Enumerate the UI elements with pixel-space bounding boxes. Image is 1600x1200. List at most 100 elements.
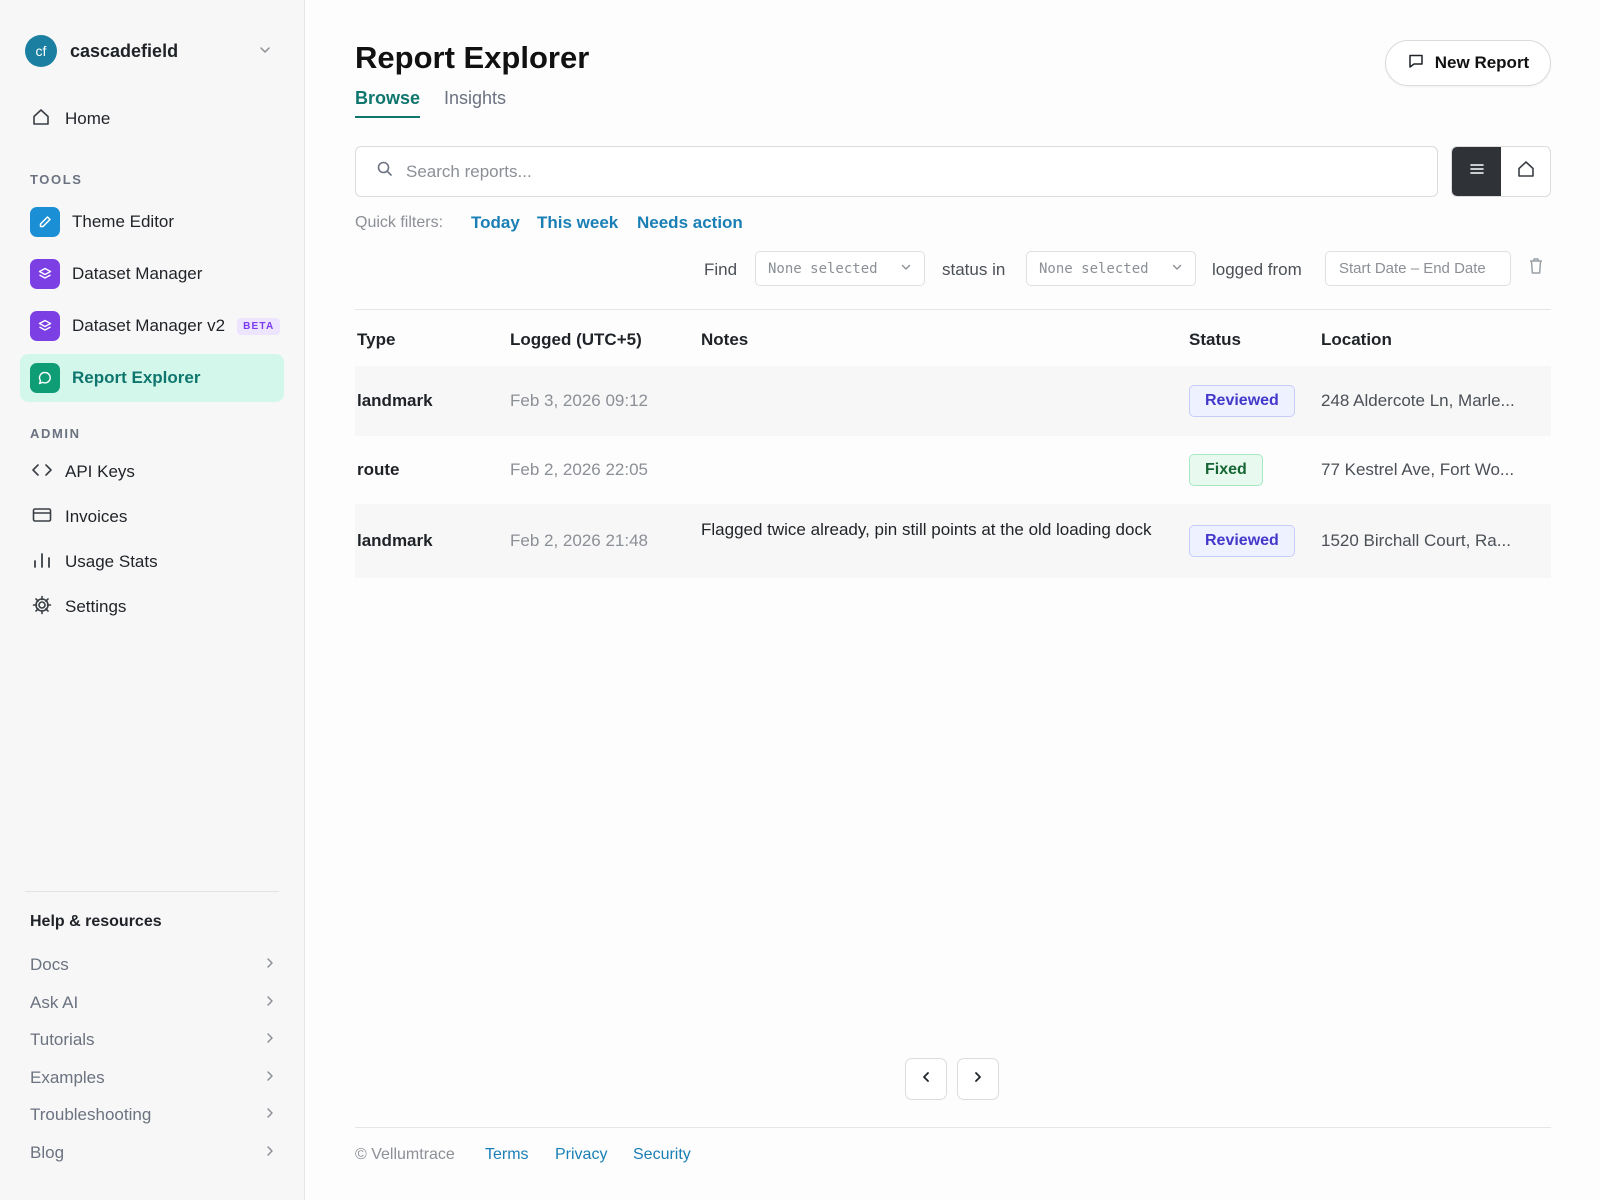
sidebar: cf cascadefield Home TOOLS Theme Editor … [0, 0, 305, 1200]
pencil-icon [30, 207, 60, 237]
card-icon [31, 505, 53, 530]
type-filter-value: None selected [768, 260, 878, 277]
column-header-logged: Logged (UTC+5) [510, 330, 642, 349]
help-item-label: Blog [30, 1143, 65, 1162]
new-report-label: New Report [1434, 53, 1530, 72]
quick-filter-today[interactable]: Today [471, 213, 520, 233]
date-range-picker[interactable]: Start Date – End Date [1325, 251, 1511, 286]
footer-link-security[interactable]: Security [633, 1146, 691, 1164]
chevron-down-icon [258, 43, 272, 62]
table-divider [355, 309, 1551, 310]
footer-copyright: © Vellumtrace [355, 1146, 455, 1163]
sidebar-item-label: Dataset Manager v2 [72, 316, 226, 335]
chevron-right-icon [264, 956, 276, 974]
help-item-troubleshooting[interactable]: Troubleshooting [30, 1100, 276, 1130]
table-row[interactable]: route Feb 2, 2026 22:05 Fixed 77 Kestrel… [355, 436, 1551, 504]
code-icon [31, 460, 53, 485]
trash-icon[interactable] [1527, 256, 1545, 281]
workspace-avatar: cf [25, 35, 57, 67]
sidebar-item-label: API Keys [65, 462, 135, 481]
help-item-docs[interactable]: Docs [30, 950, 276, 980]
footer-link-terms[interactable]: Terms [485, 1146, 529, 1164]
previous-page-button[interactable] [905, 1058, 947, 1100]
column-header-status: Status [1189, 330, 1241, 349]
admin-section-label: ADMIN [30, 426, 81, 441]
chevron-right-icon [264, 994, 276, 1012]
cell-type: landmark [357, 391, 433, 410]
workspace-switcher[interactable]: cf cascadefield [25, 33, 280, 69]
search-input[interactable] [406, 161, 1366, 182]
sidebar-item-theme-editor[interactable]: Theme Editor [20, 198, 284, 246]
tab-browse[interactable]: Browse [355, 88, 421, 118]
layers-icon [30, 259, 60, 289]
tools-section-label: TOOLS [30, 172, 83, 187]
beta-badge: BETA [237, 317, 281, 335]
help-item-label: Ask AI [30, 993, 79, 1012]
cell-notes: Flagged twice already, pin still points … [701, 520, 1152, 539]
message-icon [30, 363, 60, 393]
home-icon [1516, 159, 1536, 184]
status-filter-value: None selected [1039, 260, 1149, 277]
help-item-tutorials[interactable]: Tutorials [30, 1025, 276, 1055]
sidebar-item-label: Settings [65, 597, 127, 616]
sidebar-divider [25, 891, 279, 892]
search-icon [376, 160, 394, 183]
chevron-right-icon [264, 1144, 276, 1162]
cell-location: 77 Kestrel Ave, Fort Wo... [1321, 460, 1515, 479]
chevron-down-icon [1171, 260, 1183, 278]
sidebar-item-dataset-manager-v2[interactable]: Dataset Manager v2 BETA [20, 302, 284, 350]
sidebar-item-label: Home [65, 109, 111, 128]
help-item-label: Examples [30, 1068, 105, 1087]
column-header-notes: Notes [701, 330, 749, 349]
help-item-label: Troubleshooting [30, 1105, 152, 1124]
status-filter-dropdown[interactable]: None selected [1026, 251, 1196, 286]
sidebar-item-invoices[interactable]: Invoices [20, 497, 284, 537]
type-filter-dropdown[interactable]: None selected [755, 251, 925, 286]
help-item-examples[interactable]: Examples [30, 1063, 276, 1093]
help-section-title: Help & resources [30, 913, 162, 930]
next-page-button[interactable] [957, 1058, 999, 1100]
page-title: Report Explorer [355, 40, 590, 75]
cell-logged: Feb 3, 2026 09:12 [510, 391, 649, 410]
sidebar-item-report-explorer[interactable]: Report Explorer [20, 354, 284, 402]
sidebar-item-api-keys[interactable]: API Keys [20, 452, 284, 492]
map-view-button[interactable] [1501, 147, 1550, 196]
help-item-blog[interactable]: Blog [30, 1138, 276, 1168]
table-row[interactable]: landmark Feb 3, 2026 09:12 Reviewed 248 … [355, 366, 1551, 436]
list-view-button[interactable] [1452, 147, 1501, 196]
sidebar-item-home[interactable]: Home [20, 99, 284, 139]
tab-insights[interactable]: Insights [444, 88, 506, 116]
find-label: Find [704, 260, 738, 279]
cell-logged: Feb 2, 2026 22:05 [510, 460, 649, 479]
sidebar-item-label: Invoices [65, 507, 128, 526]
sidebar-item-usage-stats[interactable]: Usage Stats [20, 542, 284, 582]
table-row[interactable]: landmark Feb 2, 2026 21:48 Flagged twice… [355, 504, 1551, 578]
footer-link-privacy[interactable]: Privacy [555, 1146, 607, 1164]
cell-type: route [357, 460, 400, 479]
new-report-button[interactable]: New Report [1385, 40, 1551, 86]
cell-type: landmark [357, 531, 433, 550]
sidebar-item-label: Theme Editor [72, 212, 175, 231]
quick-filters-label: Quick filters: [355, 214, 444, 231]
help-item-label: Tutorials [30, 1030, 95, 1049]
logged-from-label: logged from [1212, 260, 1302, 279]
sidebar-item-label: Usage Stats [65, 552, 158, 571]
message-icon [1407, 52, 1425, 75]
status-badge: Reviewed [1189, 525, 1295, 557]
sidebar-item-dataset-manager[interactable]: Dataset Manager [20, 250, 284, 298]
cell-location: 248 Aldercote Ln, Marle... [1321, 391, 1515, 410]
bar-chart-icon [31, 550, 53, 575]
sidebar-item-settings[interactable]: Settings [20, 587, 284, 627]
cell-location: 1520 Birchall Court, Ra... [1321, 531, 1511, 550]
list-icon [1468, 160, 1486, 183]
help-item-ask-ai[interactable]: Ask AI [30, 988, 276, 1018]
chevron-down-icon [900, 260, 912, 278]
workspace-name: cascadefield [70, 40, 179, 61]
sidebar-item-label: Dataset Manager [72, 264, 203, 283]
chevron-left-icon [919, 1070, 933, 1089]
quick-filter-this-week[interactable]: This week [537, 213, 618, 233]
cell-logged: Feb 2, 2026 21:48 [510, 531, 649, 550]
status-in-label: status in [942, 260, 1006, 279]
quick-filter-needs-action[interactable]: Needs action [637, 213, 743, 233]
column-header-type: Type [357, 330, 396, 349]
